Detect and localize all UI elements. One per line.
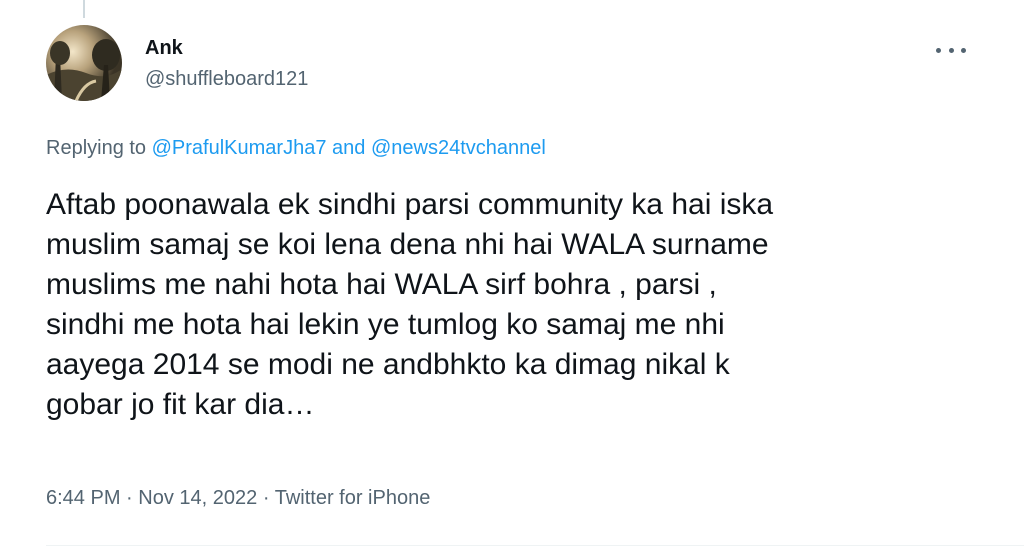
tweet-text-line: sindhi me hota hai lekin ye tumlog ko sa… — [46, 308, 725, 341]
avatar-image — [46, 25, 122, 101]
author-block[interactable]: Ank @shuffleboard121 — [145, 37, 308, 91]
tweet-date[interactable]: Nov 14, 2022 — [138, 487, 257, 509]
mention-link[interactable]: @PrafulKumarJha7 — [152, 137, 327, 159]
tweet-text-line: aayega 2014 se modi ne andbhkto ka dimag… — [46, 348, 730, 381]
mention-link[interactable]: @news24tvchannel — [371, 137, 546, 159]
tweet-meta: 6:44 PM · Nov 14, 2022 · Twitter for iPh… — [46, 487, 430, 510]
meta-separator: · — [126, 487, 133, 509]
tweet-text-line: gobar jo fit kar dia… — [46, 388, 315, 421]
tweet-time[interactable]: 6:44 PM — [46, 487, 120, 509]
avatar[interactable] — [46, 25, 122, 101]
replying-conjunction: and — [332, 137, 366, 159]
replying-to: Replying to @PrafulKumarJha7 and @news24… — [46, 137, 546, 160]
more-icon-dot — [961, 47, 966, 53]
author-handle[interactable]: @shuffleboard121 — [145, 68, 308, 91]
thread-connector-line — [83, 0, 85, 18]
more-icon — [936, 47, 941, 53]
tweet-source[interactable]: Twitter for iPhone — [275, 487, 431, 509]
divider — [46, 545, 1024, 546]
replying-prefix: Replying to — [46, 137, 147, 159]
more-icon-dot — [948, 47, 954, 53]
tweet-text: Aftab poonawala ek sindhi parsi communit… — [46, 185, 976, 425]
tweet-text-line: muslims me nahi hota hai WALA sirf bohra… — [46, 268, 717, 301]
meta-separator: · — [262, 487, 270, 509]
author-display-name[interactable]: Ank — [145, 37, 308, 60]
more-options-button[interactable] — [936, 40, 966, 60]
tweet-text-line: Aftab poonawala ek sindhi parsi communit… — [46, 188, 774, 221]
tweet-text-line: muslim samaj se koi lena dena nhi hai WA… — [46, 228, 769, 261]
